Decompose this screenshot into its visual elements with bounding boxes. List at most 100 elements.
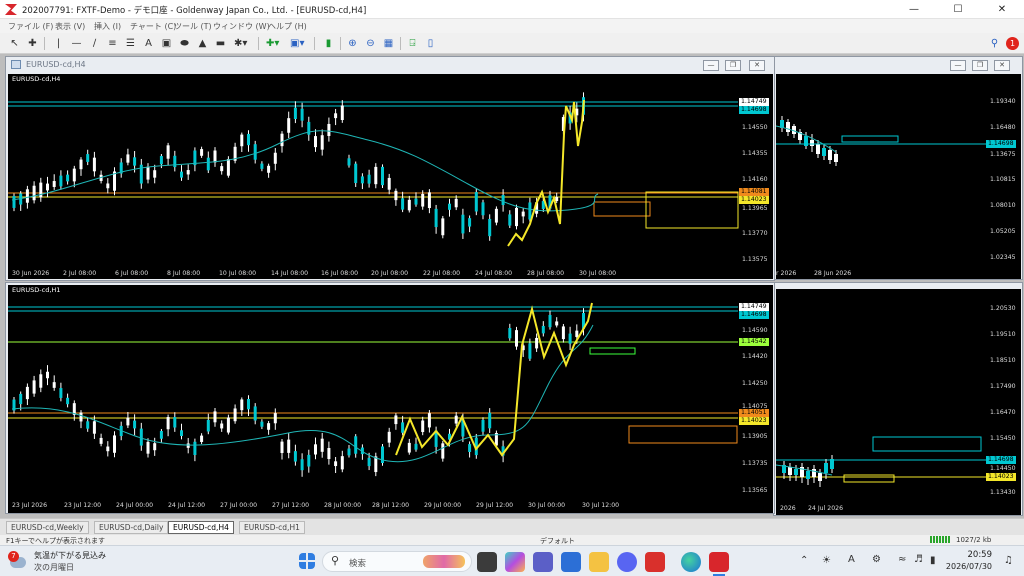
shapes-dropdown-icon[interactable]: ✱▾ [234, 37, 247, 50]
volume-icon[interactable]: ♬ [914, 554, 923, 565]
ellipse-icon[interactable]: ⬬ [178, 37, 191, 50]
menu-insert[interactable]: 挿入 (I) [94, 21, 121, 32]
notifications-bell-icon[interactable]: ♫ [1004, 555, 1013, 566]
tab-daily[interactable]: EURUSD-cd,Daily [94, 521, 169, 534]
candle-body [39, 374, 43, 388]
tray-chevron-icon[interactable]: ⌃ [800, 555, 808, 566]
weather-text[interactable]: 気温が下がる見込み [34, 550, 106, 561]
chart-tabs: EURUSD-cd,Weekly EURUSD-cd,Daily EURUSD-… [0, 518, 1024, 535]
taskbar-search-box[interactable]: ⚲ 検索 [322, 551, 472, 572]
menu-help[interactable]: ヘルプ (H) [268, 21, 307, 32]
text-tool-icon[interactable]: A [142, 37, 155, 50]
discord-icon[interactable] [617, 552, 637, 572]
cursor-icon[interactable]: ↖ [8, 37, 21, 50]
candle-body [247, 398, 250, 410]
menu-tools[interactable]: ツール (T) [174, 21, 212, 32]
menu-view[interactable]: 表示 (V) [55, 21, 85, 32]
daily-chart-canvas[interactable]: 1.19340 1.16480 1.14698 1.13675 1.10815 … [776, 74, 1021, 279]
new-chart-icon[interactable]: ✚▾ [266, 37, 279, 50]
candle-body [340, 456, 344, 470]
tab-weekly[interactable]: EURUSD-cd,Weekly [6, 521, 89, 534]
task-view-icon[interactable] [477, 552, 497, 572]
vertical-line-icon[interactable]: | [52, 37, 65, 50]
period-separator-icon[interactable]: ▯ [424, 37, 437, 50]
candle-body [159, 156, 163, 165]
daily-minimize-button[interactable]: — [950, 60, 966, 71]
candle-body [561, 326, 565, 340]
daily-close-button[interactable]: ✕ [994, 60, 1010, 71]
photo-app-icon[interactable] [645, 552, 665, 572]
menu-file[interactable]: ファイル (F) [8, 21, 53, 32]
horizontal-line-icon[interactable]: — [70, 37, 83, 50]
zoom-out-icon[interactable]: ⊖ [364, 37, 377, 50]
chart-shift-icon[interactable]: ⍈ [406, 37, 419, 50]
tab-h4[interactable]: EURUSD-cd,H4 [168, 521, 234, 534]
candle-body [180, 430, 183, 437]
zoom-in-icon[interactable]: ⊕ [346, 37, 359, 50]
candle-body [186, 170, 190, 175]
candle-body [474, 192, 478, 212]
copilot-icon[interactable] [505, 552, 525, 572]
h4-time-label: 22 Jul 08:00 [423, 270, 461, 277]
templates-icon[interactable]: ▣▾ [290, 37, 304, 50]
daily-price-label: 1.10815 [990, 176, 1016, 183]
h1-time-label: 27 Jul 12:00 [272, 502, 310, 509]
h4-minimize-button[interactable]: — [703, 60, 719, 71]
maximize-button[interactable]: ☐ [936, 0, 980, 19]
menu-chart[interactable]: チャート (C) [130, 21, 176, 32]
weekly-time-label: 24 Jul 2026 [808, 505, 844, 512]
daily-window-titlebar[interactable]: — ❐ ✕ [774, 57, 1022, 73]
close-button[interactable]: ✕ [980, 0, 1024, 19]
h1-time-label: 23 Jul 12:00 [64, 502, 102, 509]
h4-chart-window[interactable]: EURUSD-cd,H4 — ❐ ✕ EURUSD-cd,H4 1.14749 … [5, 56, 775, 281]
candle-body [213, 411, 217, 423]
label-tool-icon[interactable]: ▣ [160, 37, 173, 50]
h4-close-button[interactable]: ✕ [749, 60, 765, 71]
weekly-time-label: 2026 [780, 505, 796, 512]
h4-window-titlebar[interactable]: EURUSD-cd,H4 — ❐ ✕ [6, 57, 774, 73]
mail-icon[interactable] [561, 552, 581, 572]
crosshair-icon[interactable]: ✚ [26, 37, 39, 50]
daily-chart-window[interactable]: — ❐ ✕ 1.19340 1.16480 1.14698 1.13675 1.… [773, 56, 1023, 280]
tab-h1[interactable]: EURUSD-cd,H1 [239, 521, 305, 534]
battery-icon[interactable]: ▮ [930, 555, 936, 566]
clock-date[interactable]: 2026/07/30 [944, 562, 992, 571]
settings-icon[interactable]: ⚙ [872, 554, 881, 565]
ime-indicator[interactable]: A [848, 554, 855, 565]
weather-icon[interactable]: 7 [6, 549, 30, 573]
h1-chart-canvas[interactable]: EURUSD-cd,H1 1.14749 1.14698 1.14590 1.1… [8, 285, 773, 513]
daily-restore-button[interactable]: ❐ [972, 60, 988, 71]
channel-icon[interactable]: ≡ [106, 37, 119, 50]
fibonacci-icon[interactable]: ☰ [124, 37, 137, 50]
candle-body [213, 150, 217, 163]
weather-subtext[interactable]: 次の月曜日 [34, 562, 74, 573]
clock-time[interactable]: 20:59 [952, 550, 993, 560]
tile-windows-icon[interactable]: ▦ [382, 37, 395, 50]
weekly-chart-window[interactable]: 1.20530 1.19510 1.18510 1.17490 1.16470 … [773, 282, 1023, 516]
candle-body [79, 412, 83, 422]
start-button[interactable] [299, 553, 315, 569]
h1-chart-window[interactable]: EURUSD-cd,H1 1.14749 1.14698 1.14590 1.1… [5, 282, 775, 514]
edge-icon[interactable] [681, 552, 701, 572]
daily-price-label: 1.08010 [990, 202, 1016, 209]
candle-body [173, 417, 177, 428]
wifi-icon[interactable]: ≈ [898, 554, 906, 565]
menu-window[interactable]: ウィンドウ (W) [213, 21, 270, 32]
h4-restore-button[interactable]: ❐ [725, 60, 741, 71]
notification-badge[interactable]: 1 [1006, 37, 1019, 50]
metatrader-taskbar-icon[interactable] [709, 552, 729, 572]
search-icon[interactable]: ⚲ [988, 37, 1001, 50]
trendline-icon[interactable]: ∕ [88, 37, 101, 50]
tray-app-icon[interactable]: ☀ [822, 555, 831, 566]
auto-scroll-icon[interactable]: ▮ [322, 37, 335, 50]
triangle-icon[interactable]: ▲ [196, 37, 209, 50]
file-explorer-icon[interactable] [589, 552, 609, 572]
candle-body [226, 159, 230, 176]
minimize-button[interactable]: — [892, 0, 936, 19]
h1-time-label: 24 Jul 00:00 [116, 502, 154, 509]
h4-chart-canvas[interactable]: EURUSD-cd,H4 1.14749 1.14698 1.14550 1.1… [8, 74, 773, 279]
rectangle-icon[interactable]: ▬ [214, 37, 227, 50]
weekly-chart-canvas[interactable]: 1.20530 1.19510 1.18510 1.17490 1.16470 … [776, 289, 1021, 515]
h4-price-tag: 1.14698 [739, 106, 769, 114]
teams-icon[interactable] [533, 552, 553, 572]
